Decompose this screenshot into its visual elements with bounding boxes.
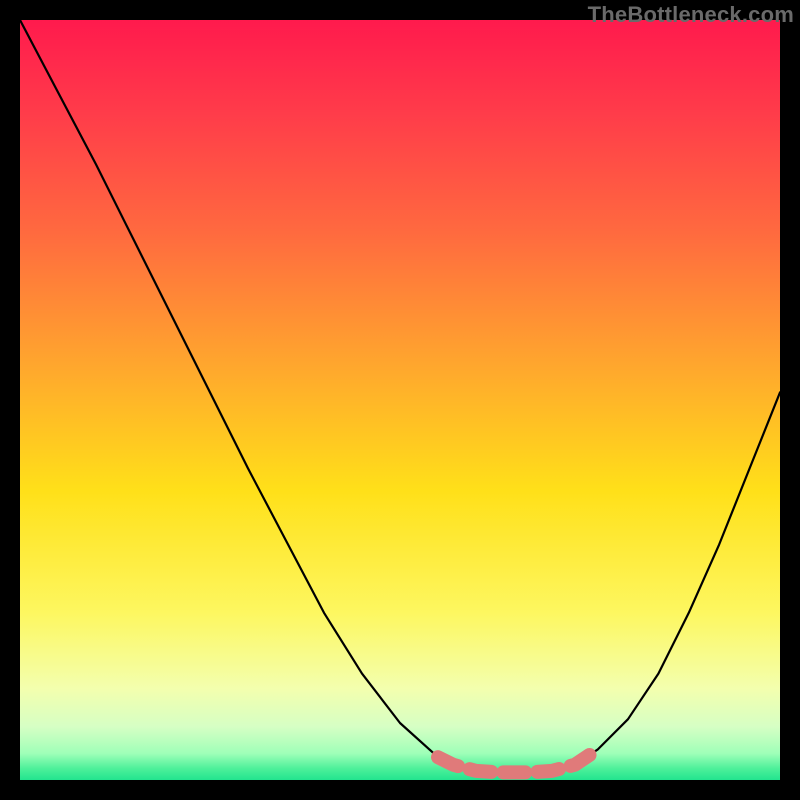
plot-area	[20, 20, 780, 780]
bottleneck-curve	[20, 20, 780, 772]
curve-layer	[20, 20, 780, 780]
watermark-text: TheBottleneck.com	[588, 2, 794, 28]
chart-frame: { "watermark": "TheBottleneck.com", "col…	[0, 0, 800, 800]
optimal-range-marker	[438, 750, 598, 773]
